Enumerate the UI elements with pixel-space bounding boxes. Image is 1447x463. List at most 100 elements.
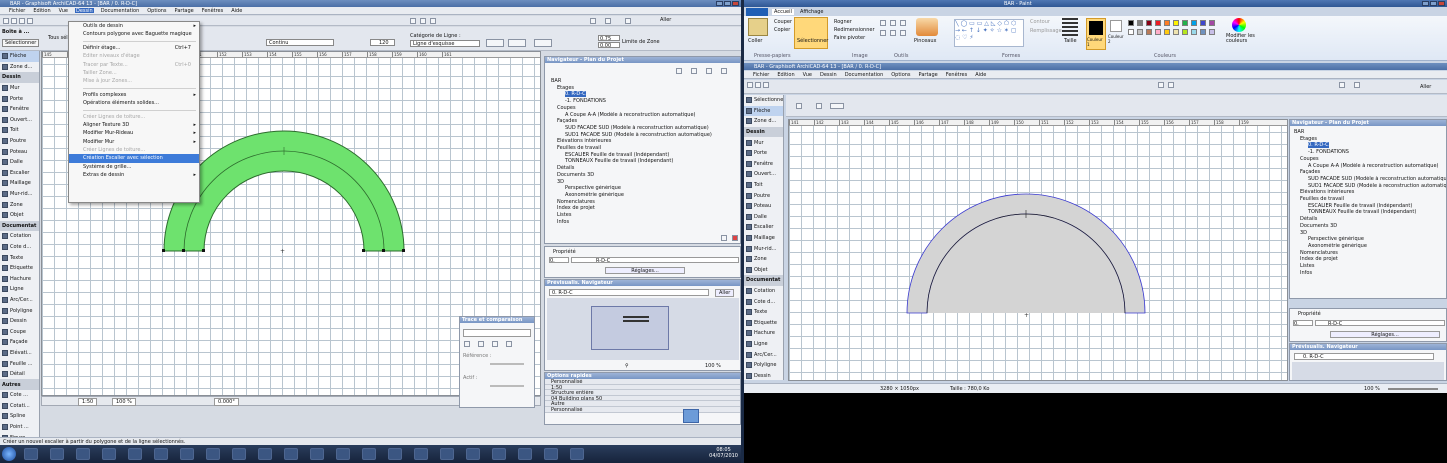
- start-button-icon[interactable]: [2, 447, 16, 461]
- text-tool-icon[interactable]: [900, 20, 906, 26]
- trace-tool-2-icon[interactable]: [478, 341, 484, 347]
- menu-item-profils-complexes[interactable]: Profils complexes ▸: [69, 91, 199, 99]
- taskbar-app-icon[interactable]: [154, 448, 168, 460]
- settings-button[interactable]: Réglages...: [605, 267, 685, 274]
- resize-button[interactable]: Redimensionner: [834, 27, 875, 33]
- menu-item-outils-de-dessin[interactable]: Outils de dessin ▸: [69, 22, 199, 30]
- tool-hachure[interactable]: Hachure: [0, 273, 39, 284]
- tool-elevati[interactable]: Elévati...: [0, 348, 39, 359]
- line-category-select[interactable]: Ligne d'esquisse: [410, 40, 480, 47]
- inner-magnet-icon[interactable]: [1158, 82, 1164, 88]
- taskbar-app-icon[interactable]: [544, 448, 558, 460]
- line-type-select[interactable]: Continu: [266, 39, 334, 46]
- color-swatch[interactable]: [1209, 29, 1215, 35]
- fill-bucket-icon[interactable]: [890, 20, 896, 26]
- tree-item[interactable]: Détails: [1294, 216, 1446, 223]
- tree-item[interactable]: Coupes: [551, 105, 712, 112]
- tool-ouvert[interactable]: Ouvert...: [0, 115, 39, 126]
- size-icon[interactable]: [1062, 18, 1078, 36]
- maximize-icon[interactable]: [724, 1, 731, 6]
- tree-item[interactable]: Nomenclatures: [551, 199, 712, 206]
- tool-maillage[interactable]: Maillage: [744, 233, 783, 244]
- color2-button[interactable]: Couleur 2: [1108, 18, 1126, 50]
- menu-item-modifier-mur-rideau[interactable]: Modifier Mur-Rideau ▸: [69, 129, 199, 137]
- tool-cote-d[interactable]: Cote d...: [0, 242, 39, 253]
- tool-dalle[interactable]: Dalle: [0, 157, 39, 168]
- inner-floor-name-field[interactable]: R-D-C: [1315, 320, 1445, 327]
- info-poly-icon[interactable]: [816, 103, 822, 109]
- search-icon[interactable]: ⚲: [625, 363, 629, 369]
- paste-icon[interactable]: [748, 18, 768, 36]
- line-shape-straight-icon[interactable]: [486, 39, 504, 47]
- color-swatch[interactable]: [1164, 29, 1170, 35]
- tool-toit[interactable]: Toit: [0, 125, 39, 136]
- tool-spline[interactable]: Spline: [0, 411, 39, 422]
- taskbar-app-icon[interactable]: [388, 448, 402, 460]
- layout-book-icon[interactable]: [706, 68, 712, 74]
- edit-colors-label[interactable]: Modifier les couleurs: [1226, 34, 1256, 44]
- tree-item[interactable]: SUD1 FACADE SUD (Modèle à reconstruction…: [1294, 183, 1446, 190]
- delete-icon[interactable]: [732, 235, 738, 241]
- tree-item[interactable]: Documents 3D: [1294, 223, 1446, 230]
- taskbar-app-icon[interactable]: [284, 448, 298, 460]
- inner-layout-icon[interactable]: [1339, 82, 1345, 88]
- taskbar-app-icon[interactable]: [570, 448, 584, 460]
- tree-item[interactable]: Infos: [551, 219, 712, 226]
- tool-cote-d[interactable]: Cote d...: [744, 296, 783, 307]
- tree-item[interactable]: 0. R-D-C: [1294, 142, 1446, 149]
- tool-ligne[interactable]: Ligne: [744, 339, 783, 350]
- color-swatch[interactable]: [1137, 29, 1143, 35]
- tree-item[interactable]: Elévations intérieures: [1294, 189, 1446, 196]
- tree-item[interactable]: BAR: [551, 78, 712, 85]
- tool-facade[interactable]: Façade: [0, 337, 39, 348]
- menu-item-aligner-texture-3d[interactable]: Aligner Texture 3D ▸: [69, 121, 199, 129]
- tool-fleche[interactable]: Flèche: [0, 51, 39, 62]
- menu-item-systeme-de-grille[interactable]: Système de grille...: [69, 163, 199, 171]
- tool-objet[interactable]: Objet: [744, 265, 783, 276]
- preview-area[interactable]: [547, 298, 739, 360]
- taskbar-app-icon[interactable]: [362, 448, 376, 460]
- inner-settings-button[interactable]: Réglages...: [1330, 331, 1440, 338]
- tool-mur-rid[interactable]: Mur-rid...: [744, 243, 783, 254]
- tool-cotation[interactable]: Cotation: [744, 286, 783, 297]
- tree-item[interactable]: Coupes: [1294, 156, 1446, 163]
- tree-item[interactable]: SUD FACADE SUD (Modèle à reconstruction …: [1294, 176, 1446, 183]
- value-field-1[interactable]: 0.75: [598, 35, 620, 42]
- tool-etiquette[interactable]: Etiquette: [744, 317, 783, 328]
- magnet-icon[interactable]: [410, 18, 416, 24]
- line-shape-spline-icon[interactable]: [534, 39, 552, 47]
- tree-item[interactable]: Façades: [1294, 169, 1446, 176]
- taskbar-app-icon[interactable]: [180, 448, 194, 460]
- floor-number-field[interactable]: 0.: [549, 257, 569, 264]
- taskbar-app-icon[interactable]: [76, 448, 90, 460]
- print-icon[interactable]: [27, 18, 33, 24]
- tab-affichage[interactable]: Affichage: [800, 9, 824, 15]
- crop-button[interactable]: Rogner: [834, 19, 852, 25]
- taskbar-app-icon[interactable]: [466, 448, 480, 460]
- menu-dessin[interactable]: Dessin: [74, 8, 94, 14]
- color-swatch[interactable]: [1182, 20, 1188, 26]
- open-file-icon[interactable]: [11, 18, 17, 24]
- line-shape-arc-icon[interactable]: [508, 39, 526, 47]
- tool-poteau[interactable]: Poteau: [744, 201, 783, 212]
- tree-item[interactable]: -1. FONDATIONS: [1294, 149, 1446, 156]
- eraser-icon[interactable]: [880, 30, 886, 36]
- tool-dessin[interactable]: Dessin: [744, 370, 783, 381]
- tree-item[interactable]: ESCALIER Feuille de travail (Indépendant…: [551, 152, 712, 159]
- taskbar-app-icon[interactable]: [310, 448, 324, 460]
- goto-button[interactable]: Aller: [660, 17, 671, 23]
- menu-dessin[interactable]: Dessin: [819, 72, 838, 78]
- tree-item[interactable]: Infos: [1294, 270, 1446, 277]
- actif-slider[interactable]: [490, 385, 524, 387]
- color-swatch[interactable]: [1128, 29, 1134, 35]
- taskbar-app-icon[interactable]: [24, 448, 38, 460]
- inner-floor-number-field[interactable]: 0.: [1293, 320, 1313, 327]
- taskbar-app-icon[interactable]: [414, 448, 428, 460]
- color-swatch[interactable]: [1146, 29, 1152, 35]
- color-swatch[interactable]: [1173, 20, 1179, 26]
- taskbar-app-icon[interactable]: [102, 448, 116, 460]
- color1-button[interactable]: Couleur 1: [1086, 18, 1106, 50]
- tool-ligne[interactable]: Ligne: [0, 284, 39, 295]
- tool-mur-rid[interactable]: Mur-rid...: [0, 189, 39, 200]
- tool-dalle[interactable]: Dalle: [744, 212, 783, 223]
